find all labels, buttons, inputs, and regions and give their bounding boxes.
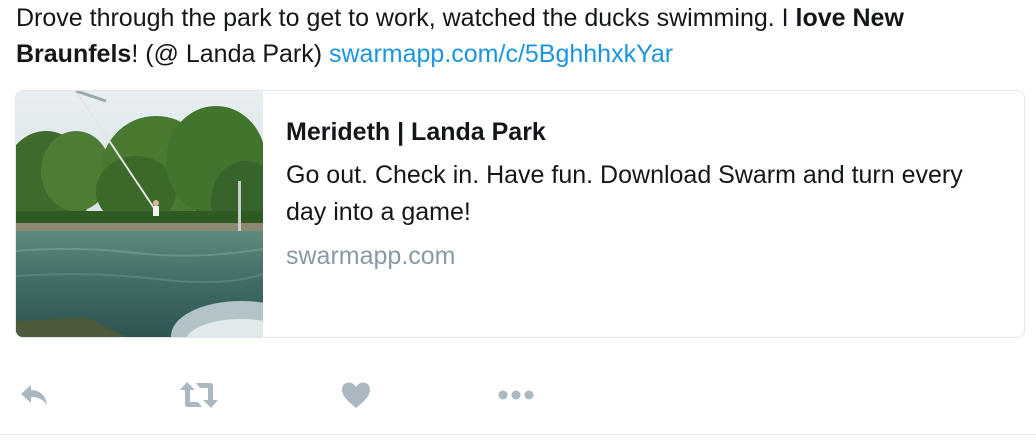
like-button[interactable]: [341, 370, 371, 420]
more-icon: [497, 389, 537, 401]
tweet-text-part2: ! (@ Landa Park): [131, 40, 329, 68]
retweet-button[interactable]: [178, 370, 220, 420]
link-card[interactable]: Merideth | Landa Park Go out. Check in. …: [15, 90, 1025, 338]
reply-button[interactable]: [18, 370, 50, 420]
tweet-text: Drove through the park to get to work, w…: [16, 0, 1021, 72]
tweet-actions: [0, 370, 1036, 420]
card-body: Merideth | Landa Park Go out. Check in. …: [286, 115, 996, 273]
card-image: [16, 91, 263, 337]
tweet-link[interactable]: swarmapp.com/c/5BghhhxkYar: [329, 40, 673, 68]
heart-icon: [341, 381, 371, 409]
retweet-icon: [178, 380, 220, 410]
divider: [0, 434, 1036, 435]
reply-icon: [18, 381, 50, 409]
card-description: Go out. Check in. Have fun. Download Swa…: [286, 161, 963, 226]
tweet-text-part1: Drove through the park to get to work, w…: [16, 4, 796, 32]
more-button[interactable]: [497, 370, 537, 420]
card-title: Merideth | Landa Park: [286, 118, 546, 146]
card-domain: swarmapp.com: [286, 242, 456, 270]
